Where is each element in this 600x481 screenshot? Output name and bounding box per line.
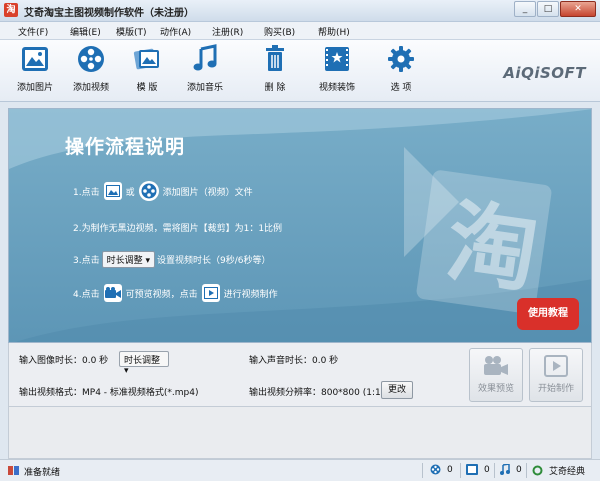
step-4: 4.点击 可预览视频，点击 进行视频制作 [73,284,278,302]
video-camera-icon [484,356,508,375]
film-reel-icon[interactable] [138,181,159,201]
camera-icon[interactable] [103,284,122,302]
change-button[interactable]: 更改 [381,381,413,399]
add-image-label: 添加图片 [16,83,53,93]
output-resolution-text: 输出视频分辨率：800*800 (1:1) [249,388,385,398]
menu-action[interactable]: 动作(A) [160,25,191,38]
image-count-value: 0 [484,464,490,475]
status-brand-label[interactable]: 艾奇经典 [549,464,585,477]
add-video-label: 添加视频 [72,83,109,93]
step3-prefix: 3.点击 [73,256,100,266]
start-button[interactable]: 开始制作 [529,348,583,402]
status-divider [460,463,461,478]
brand-logo: AiQiSOFT [503,64,586,82]
guide-panel: 淘 操作流程说明 1.点击 或 添加图片（视频）文件 2.为制作无黑边视频，需将… [8,108,592,343]
status-divider [494,463,495,478]
step-3: 3.点击 时长调整 ▾ 设置视频时长（9秒/6秒等） [73,251,271,268]
step1-mid: 或 [125,187,135,198]
status-text: 准备就绪 [24,468,61,478]
template-icon [133,48,159,70]
music-note-icon [500,464,510,475]
music-note-icon [193,44,217,71]
image-icon[interactable] [103,182,122,200]
add-music-button[interactable]: 添加音乐 [176,44,234,93]
chevron-down-icon: ▾ [124,366,129,376]
step4-prefix: 4.点击 [73,289,100,300]
add-image-button[interactable]: 添加图片 [6,44,64,93]
film-reel-icon [430,464,441,475]
status-bar: 准备就绪 0 0 0 艾奇经典 [0,459,600,481]
delete-label: 删 除 [264,83,286,93]
step3-suffix: 设置视频时长（9秒/6秒等） [157,256,271,266]
chevron-down-icon: ▾ [145,256,151,266]
refresh-icon [532,465,543,476]
minimize-button[interactable]: _ [514,1,536,17]
add-video-button[interactable]: 添加视频 [62,44,120,93]
image-icon [466,464,478,475]
preview-label: 效果预览 [477,384,514,394]
play-icon[interactable] [201,284,220,302]
settings-panel: 输入图像时长：0.0 秒 时长调整 ▾ 输入声音时长：0.0 秒 输出视频格式：… [8,343,592,407]
tutorial-button[interactable]: 使用教程 [517,298,579,330]
step1-suffix: 添加图片（视频）文件 [162,187,253,198]
image-count: 0 [466,464,490,475]
duration-select-value: 时长调整 [124,356,161,366]
add-music-label: 添加音乐 [186,83,223,93]
menu-register[interactable]: 注册(R) [212,25,243,38]
title-bar: 淘 艾奇淘宝主图视频制作软件（未注册） _ □ ✕ [0,0,600,22]
music-count-value: 0 [516,464,522,475]
music-count: 0 [500,464,522,475]
menu-template[interactable]: 模版(T) [116,25,147,38]
output-format-text: 输出视频格式：MP4 - 标准视频格式(*.mp4) [19,388,199,398]
step1-prefix: 1.点击 [73,187,100,198]
delete-button[interactable]: 删 除 [246,44,304,93]
close-button[interactable]: ✕ [560,1,596,17]
guide-title: 操作流程说明 [65,136,186,158]
image-icon [22,47,48,71]
step4-mid: 可预览视频，点击 [125,289,198,300]
status-divider [422,463,423,478]
step4-suffix: 进行视频制作 [223,289,278,300]
app-icon[interactable]: 淘 [4,3,18,17]
toolbar: 添加图片 添加视频 模 版 添加音乐 删 除 视频装饰 选 项 AiQiSOFT [0,40,600,102]
media-list-area[interactable] [8,407,592,459]
step-2: 2.为制作无黑边视频，需将图片【裁剪】为1：1比例 [73,224,283,234]
play-icon [544,355,568,377]
options-button[interactable]: 选 项 [372,44,430,93]
template-label: 模 版 [136,83,158,93]
book-icon [8,466,19,475]
film-reel-icon [78,46,104,72]
video-decor-label: 视频装饰 [318,83,355,93]
gear-icon [388,46,414,72]
options-label: 选 项 [390,83,412,93]
preview-button[interactable]: 效果预览 [469,348,523,402]
status-brand: 艾奇经典 [532,464,585,477]
video-count-value: 0 [447,464,453,475]
menu-edit[interactable]: 编辑(E) [70,25,101,38]
template-button[interactable]: 模 版 [118,44,176,93]
audio-duration-text: 输入声音时长：0.0 秒 [249,356,339,366]
start-label: 开始制作 [537,384,574,394]
trash-icon [266,45,284,71]
duration-adjust-label: 时长调整 [106,256,143,266]
film-decor-icon [325,47,349,71]
window-title: 艾奇淘宝主图视频制作软件（未注册） [24,8,194,19]
maximize-button[interactable]: □ [537,1,559,17]
taobao-logo-watermark: 淘 [404,147,552,314]
status-divider [526,463,527,478]
duration-adjust-select[interactable]: 时长调整 ▾ [101,251,156,268]
menu-bar: 文件(F) 编辑(E) 模版(T) 动作(A) 注册(R) 购买(B) 帮助(H… [0,22,600,40]
menu-help[interactable]: 帮助(H) [318,25,350,38]
video-count: 0 [430,464,453,475]
menu-buy[interactable]: 购买(B) [264,25,295,38]
video-decor-button[interactable]: 视频装饰 [308,44,366,93]
duration-select[interactable]: 时长调整 ▾ [119,351,169,376]
step-1: 1.点击 或 添加图片（视频）文件 [73,181,253,201]
svg-text:淘: 淘 [440,189,544,306]
image-duration-text: 输入图像时长：0.0 秒 [19,356,109,366]
menu-file[interactable]: 文件(F) [18,25,48,38]
